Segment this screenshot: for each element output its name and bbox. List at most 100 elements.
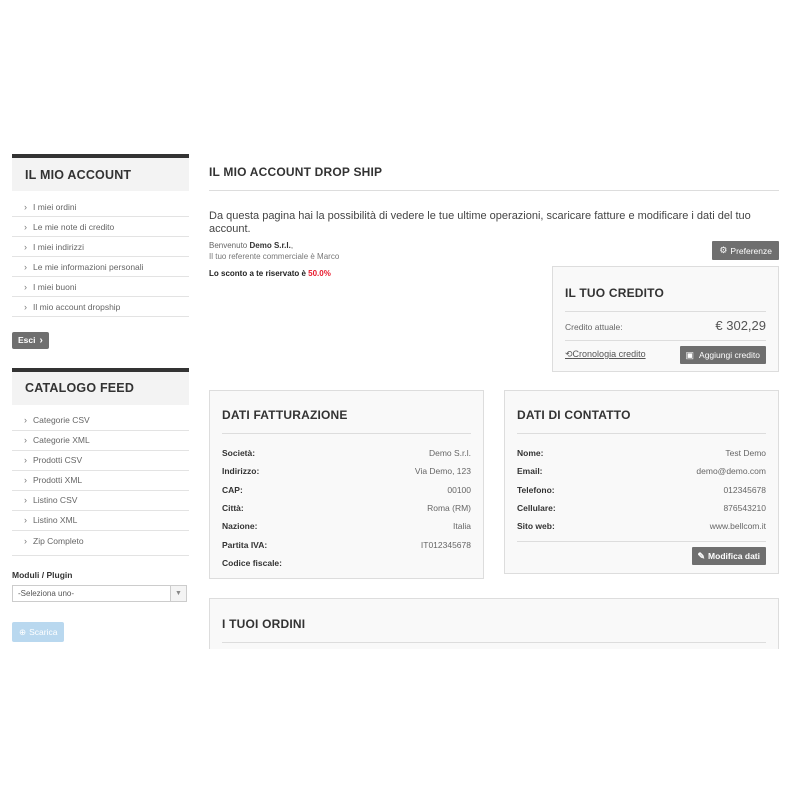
intro-text: Da questa pagina hai la possibilità di v… xyxy=(209,210,751,235)
welcome-name: Demo S.r.l. xyxy=(249,241,291,250)
chevron-right-icon: › xyxy=(24,301,27,312)
field-value: 00100 xyxy=(447,484,471,495)
preferenze-button[interactable]: ⚙ Preferenze xyxy=(712,241,779,260)
field-value: Test Demo xyxy=(725,448,766,459)
pencil-icon: ✎ xyxy=(697,550,706,561)
feed-item-categorie-xml[interactable]: › Categorie XML xyxy=(12,431,189,451)
sidebar-item-label: I miei indirizzi xyxy=(33,241,85,252)
fatturazione-title: DATI FATTURAZIONE xyxy=(222,408,348,422)
feed-item-label: Prodotti CSV xyxy=(33,455,83,465)
contatto-row-cellulare: Cellulare: 876543210 xyxy=(517,499,766,517)
feed-item-label: Listino CSV xyxy=(33,495,78,505)
sconto-label: Lo sconto a te riservato è xyxy=(209,269,306,278)
sidebar: IL MIO ACCOUNT › I miei ordini › Le mie no… xyxy=(12,154,189,642)
sidebar-item-label: Il mio account dropship xyxy=(33,301,121,312)
sidebar-item-label: I miei ordini xyxy=(33,201,77,212)
select-value: -Seleziona uno- xyxy=(18,588,75,598)
preferenze-label: Preferenze xyxy=(730,245,772,256)
account-block-title: IL MIO ACCOUNT xyxy=(12,154,189,191)
feed-item-prodotti-csv[interactable]: › Prodotti CSV xyxy=(12,451,189,471)
chevron-right-icon: › xyxy=(24,515,27,525)
welcome-suffix: , xyxy=(290,241,294,250)
fatt-row-societa: Società: Demo S.r.l. xyxy=(222,444,471,462)
field-value: Italia xyxy=(453,521,471,532)
divider xyxy=(222,642,766,643)
chevron-right-icon: › xyxy=(24,415,27,425)
field-label: Città: xyxy=(222,503,244,514)
field-value: IT012345678 xyxy=(420,539,471,550)
feed-item-label: Listino XML xyxy=(33,515,78,525)
field-label: Cellulare: xyxy=(517,503,556,514)
sidebar-item-informazioni[interactable]: › Le mie informazioni personali xyxy=(12,257,189,277)
contatto-title: DATI DI CONTATTO xyxy=(517,408,631,422)
field-value: www.bellcom.it xyxy=(709,521,766,532)
chevron-right-icon: › xyxy=(24,475,27,485)
field-label: Codice fiscale: xyxy=(222,557,282,568)
feed-item-prodotti-xml[interactable]: › Prodotti XML xyxy=(12,471,189,491)
field-value: demo@demo.com xyxy=(696,466,766,477)
credito-title: IL TUO CREDITO xyxy=(565,286,665,300)
contatto-row-sito-web: Sito web: www.bellcom.it xyxy=(517,517,766,535)
chevron-right-icon: › xyxy=(24,281,27,292)
feed-item-listino-xml[interactable]: › Listino XML xyxy=(12,511,189,531)
feed-menu: › Categorie CSV › Categorie XML › Prodotti … xyxy=(12,411,189,551)
divider xyxy=(517,541,766,542)
moduli-label: Moduli / Plugin xyxy=(12,569,73,580)
divider xyxy=(517,433,766,434)
field-value: Via Demo, 123 xyxy=(414,466,471,477)
gears-icon: ⚙ xyxy=(719,245,728,255)
field-value: 876543210 xyxy=(723,503,766,514)
field-label: Telefono: xyxy=(517,484,555,495)
contatto-row-nome: Nome: Test Demo xyxy=(517,444,766,462)
credito-amount: € 302,29 xyxy=(715,318,766,333)
esci-button[interactable]: Esci › xyxy=(12,331,49,349)
sidebar-item-buoni[interactable]: › I miei buoni xyxy=(12,277,189,297)
chevron-right-icon: › xyxy=(24,241,27,252)
sidebar-item-note-credito[interactable]: › Le mie note di credito xyxy=(12,217,189,237)
account-menu: › I miei ordini › Le mie note di credito ›… xyxy=(12,197,189,317)
chevron-right-icon: › xyxy=(24,201,27,212)
chevron-right-icon: › xyxy=(24,535,27,546)
field-label: Nazione: xyxy=(222,521,258,532)
feed-item-zip-completo[interactable]: › Zip Completo xyxy=(12,531,189,551)
feed-item-label: Prodotti XML xyxy=(33,475,83,485)
sidebar-item-dropship[interactable]: › Il mio account dropship xyxy=(12,297,189,317)
fatt-row-nazione: Nazione: Italia xyxy=(222,517,471,535)
feed-item-label: Categorie CSV xyxy=(33,415,90,425)
money-icon: ▣ xyxy=(685,349,695,360)
credito-label: Credito attuale: xyxy=(565,322,623,332)
feed-item-categorie-csv[interactable]: › Categorie CSV xyxy=(12,411,189,431)
modifica-dati-button[interactable]: ✎ Modifica dati xyxy=(691,547,766,565)
chevron-down-icon[interactable]: ▼ xyxy=(170,585,186,601)
fatt-row-cap: CAP: 00100 xyxy=(222,481,471,499)
cronologia-label: Cronologia credito xyxy=(572,349,646,359)
feed-item-listino-csv[interactable]: › Listino CSV xyxy=(12,491,189,511)
fatturazione-rows: Società: Demo S.r.l. Indirizzo: Via Demo, … xyxy=(222,444,471,572)
feed-item-label: Zip Completo xyxy=(33,535,84,546)
divider xyxy=(565,311,766,312)
chevron-right-icon: › xyxy=(24,221,27,232)
scarica-label: Scarica xyxy=(29,627,58,637)
sidebar-item-label: Le mie informazioni personali xyxy=(33,261,144,272)
feed-block-title: CATALOGO FEED xyxy=(12,367,189,405)
page-title: IL MIO ACCOUNT DROP SHIP xyxy=(209,154,779,191)
contatto-row-telefono: Telefono: 012345678 xyxy=(517,481,766,499)
chevron-right-icon: › xyxy=(24,495,27,505)
welcome-text: Benvenuto Demo S.r.l., xyxy=(209,241,779,250)
download-icon: ⊕ xyxy=(19,626,27,637)
field-label: Email: xyxy=(517,466,543,477)
chevron-right-icon: › xyxy=(24,261,27,272)
divider xyxy=(565,340,766,341)
contatto-rows: Nome: Test Demo Email: demo@demo.com Telef… xyxy=(517,444,766,535)
sidebar-item-ordini[interactable]: › I miei ordini xyxy=(12,197,189,217)
aggiungi-credito-button[interactable]: ▣ Aggiungi credito xyxy=(679,346,766,364)
field-value: Roma (RM) xyxy=(427,503,471,514)
feed-item-label: Categorie XML xyxy=(33,435,90,445)
field-label: CAP: xyxy=(222,484,243,495)
ordini-title: I TUOI ORDINI xyxy=(222,617,306,631)
scarica-button[interactable]: ⊕ Scarica xyxy=(12,622,65,642)
field-label: Indirizzo: xyxy=(222,466,260,477)
moduli-select[interactable]: -Seleziona uno- ▼ xyxy=(12,584,187,602)
sidebar-item-indirizzi[interactable]: › I miei indirizzi xyxy=(12,237,189,257)
cronologia-credito-link[interactable]: ⟲Cronologia credito xyxy=(565,349,646,360)
